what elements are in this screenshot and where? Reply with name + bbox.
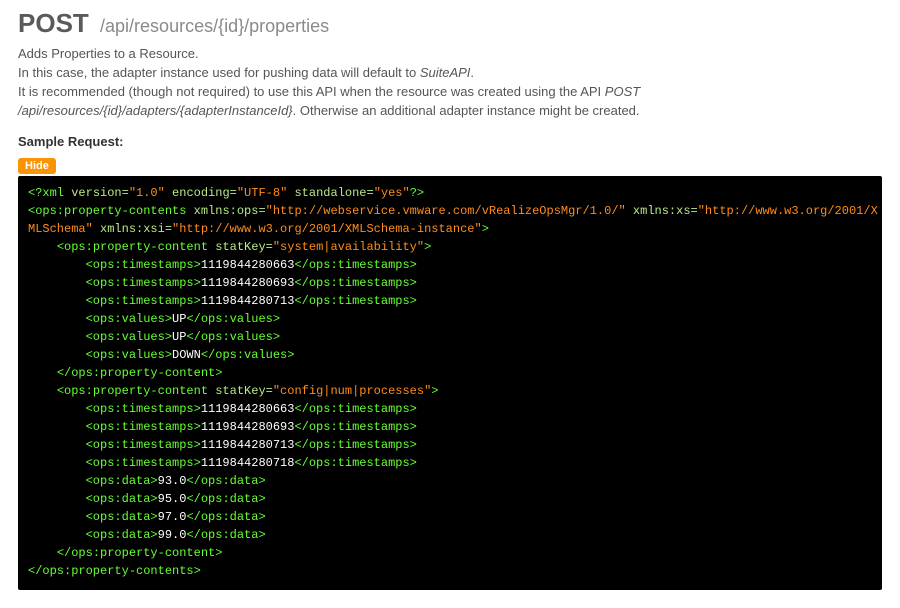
desc-line-1: Adds Properties to a Resource. <box>18 45 882 64</box>
desc-line-2-pre: In this case, the adapter instance used … <box>18 65 420 80</box>
http-method: POST <box>18 8 89 38</box>
endpoint-title: POST /api/resources/{id}/properties <box>18 8 882 39</box>
desc-line-3-post: . Otherwise an additional adapter instan… <box>293 103 640 118</box>
desc-line-2-emph: SuiteAPI <box>420 65 471 80</box>
sample-xml-code: <?xml version="1.0" encoding="UTF-8" sta… <box>18 176 882 590</box>
endpoint-description: Adds Properties to a Resource. In this c… <box>18 45 882 120</box>
sample-request-label: Sample Request: <box>18 134 882 149</box>
desc-line-2-post: . <box>470 65 474 80</box>
endpoint-path: /api/resources/{id}/properties <box>100 16 329 36</box>
toggle-sample-button[interactable]: Hide <box>18 158 56 174</box>
desc-line-3: It is recommended (though not required) … <box>18 83 882 121</box>
desc-line-3-pre: It is recommended (though not required) … <box>18 84 605 99</box>
desc-line-2: In this case, the adapter instance used … <box>18 64 882 83</box>
